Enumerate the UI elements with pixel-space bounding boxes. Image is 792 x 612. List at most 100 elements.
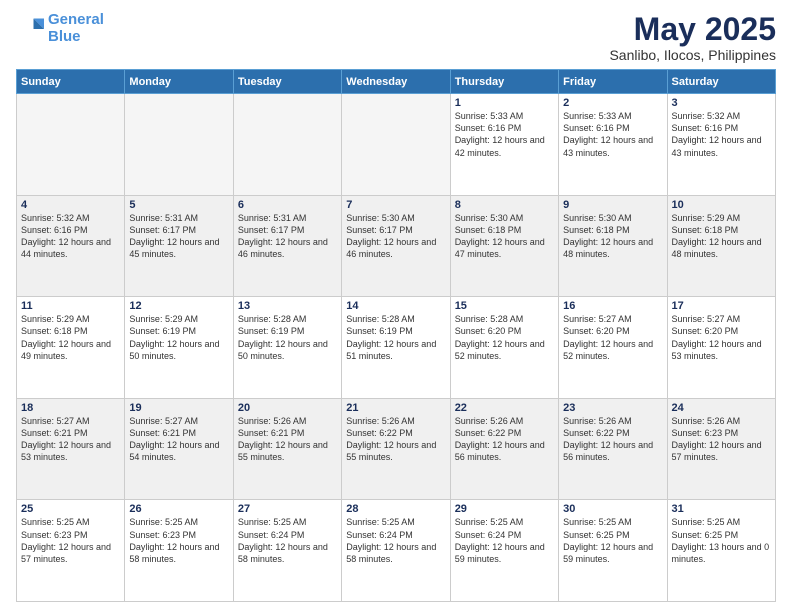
cell-info: Sunrise: 5:25 AMSunset: 6:24 PMDaylight:… [346,516,445,565]
week-row-4: 25Sunrise: 5:25 AMSunset: 6:23 PMDayligh… [17,500,776,602]
cell-0-1 [125,94,233,196]
cell-info: Sunrise: 5:28 AMSunset: 6:20 PMDaylight:… [455,313,554,362]
cell-info: Sunrise: 5:27 AMSunset: 6:20 PMDaylight:… [672,313,771,362]
day-number: 14 [346,300,445,312]
calendar: Sunday Monday Tuesday Wednesday Thursday… [16,69,776,602]
cell-info: Sunrise: 5:27 AMSunset: 6:20 PMDaylight:… [563,313,662,362]
cell-info: Sunrise: 5:29 AMSunset: 6:18 PMDaylight:… [672,212,771,261]
cell-3-5: 23Sunrise: 5:26 AMSunset: 6:22 PMDayligh… [559,398,667,500]
cell-0-0 [17,94,125,196]
day-number: 2 [563,97,662,109]
cell-0-3 [342,94,450,196]
day-number: 25 [21,503,120,515]
cell-info: Sunrise: 5:28 AMSunset: 6:19 PMDaylight:… [238,313,337,362]
day-number: 23 [563,402,662,414]
header-monday: Monday [125,70,233,94]
cell-0-2 [233,94,341,196]
day-number: 5 [129,199,228,211]
day-number: 20 [238,402,337,414]
day-number: 6 [238,199,337,211]
logo-icon [16,15,44,43]
cell-0-5: 2Sunrise: 5:33 AMSunset: 6:16 PMDaylight… [559,94,667,196]
day-number: 26 [129,503,228,515]
day-number: 4 [21,199,120,211]
cell-info: Sunrise: 5:27 AMSunset: 6:21 PMDaylight:… [129,415,228,464]
cell-0-4: 1Sunrise: 5:33 AMSunset: 6:16 PMDaylight… [450,94,558,196]
day-number: 28 [346,503,445,515]
header-friday: Friday [559,70,667,94]
day-number: 10 [672,199,771,211]
day-number: 30 [563,503,662,515]
cell-4-5: 30Sunrise: 5:25 AMSunset: 6:25 PMDayligh… [559,500,667,602]
cell-3-2: 20Sunrise: 5:26 AMSunset: 6:21 PMDayligh… [233,398,341,500]
day-number: 16 [563,300,662,312]
cell-2-2: 13Sunrise: 5:28 AMSunset: 6:19 PMDayligh… [233,297,341,399]
cell-info: Sunrise: 5:30 AMSunset: 6:18 PMDaylight:… [455,212,554,261]
cell-4-3: 28Sunrise: 5:25 AMSunset: 6:24 PMDayligh… [342,500,450,602]
header-row: Sunday Monday Tuesday Wednesday Thursday… [17,70,776,94]
cell-info: Sunrise: 5:29 AMSunset: 6:19 PMDaylight:… [129,313,228,362]
cell-info: Sunrise: 5:31 AMSunset: 6:17 PMDaylight:… [129,212,228,261]
day-number: 18 [21,402,120,414]
cell-info: Sunrise: 5:33 AMSunset: 6:16 PMDaylight:… [563,110,662,159]
day-number: 29 [455,503,554,515]
cell-info: Sunrise: 5:25 AMSunset: 6:23 PMDaylight:… [129,516,228,565]
week-row-2: 11Sunrise: 5:29 AMSunset: 6:18 PMDayligh… [17,297,776,399]
cell-1-4: 8Sunrise: 5:30 AMSunset: 6:18 PMDaylight… [450,195,558,297]
cell-info: Sunrise: 5:26 AMSunset: 6:21 PMDaylight:… [238,415,337,464]
cell-1-6: 10Sunrise: 5:29 AMSunset: 6:18 PMDayligh… [667,195,775,297]
day-number: 31 [672,503,771,515]
header-wednesday: Wednesday [342,70,450,94]
week-row-1: 4Sunrise: 5:32 AMSunset: 6:16 PMDaylight… [17,195,776,297]
cell-info: Sunrise: 5:26 AMSunset: 6:22 PMDaylight:… [455,415,554,464]
cell-3-1: 19Sunrise: 5:27 AMSunset: 6:21 PMDayligh… [125,398,233,500]
cell-2-4: 15Sunrise: 5:28 AMSunset: 6:20 PMDayligh… [450,297,558,399]
page: General Blue May 2025 Sanlibo, Ilocos, P… [0,0,792,612]
logo-text: General Blue [48,12,104,45]
day-number: 24 [672,402,771,414]
week-row-0: 1Sunrise: 5:33 AMSunset: 6:16 PMDaylight… [17,94,776,196]
cell-3-4: 22Sunrise: 5:26 AMSunset: 6:22 PMDayligh… [450,398,558,500]
cell-3-3: 21Sunrise: 5:26 AMSunset: 6:22 PMDayligh… [342,398,450,500]
logo: General Blue [16,12,104,45]
day-number: 1 [455,97,554,109]
logo-line1: General [48,11,104,28]
cell-1-3: 7Sunrise: 5:30 AMSunset: 6:17 PMDaylight… [342,195,450,297]
cell-4-1: 26Sunrise: 5:25 AMSunset: 6:23 PMDayligh… [125,500,233,602]
day-number: 12 [129,300,228,312]
cell-3-6: 24Sunrise: 5:26 AMSunset: 6:23 PMDayligh… [667,398,775,500]
day-number: 22 [455,402,554,414]
cell-1-0: 4Sunrise: 5:32 AMSunset: 6:16 PMDaylight… [17,195,125,297]
header-thursday: Thursday [450,70,558,94]
cell-0-6: 3Sunrise: 5:32 AMSunset: 6:16 PMDaylight… [667,94,775,196]
cell-4-6: 31Sunrise: 5:25 AMSunset: 6:25 PMDayligh… [667,500,775,602]
cell-4-0: 25Sunrise: 5:25 AMSunset: 6:23 PMDayligh… [17,500,125,602]
cell-info: Sunrise: 5:25 AMSunset: 6:23 PMDaylight:… [21,516,120,565]
cell-2-3: 14Sunrise: 5:28 AMSunset: 6:19 PMDayligh… [342,297,450,399]
cell-info: Sunrise: 5:25 AMSunset: 6:24 PMDaylight:… [238,516,337,565]
cell-info: Sunrise: 5:33 AMSunset: 6:16 PMDaylight:… [455,110,554,159]
cell-info: Sunrise: 5:26 AMSunset: 6:23 PMDaylight:… [672,415,771,464]
cell-info: Sunrise: 5:30 AMSunset: 6:17 PMDaylight:… [346,212,445,261]
day-number: 27 [238,503,337,515]
cell-1-5: 9Sunrise: 5:30 AMSunset: 6:18 PMDaylight… [559,195,667,297]
title-area: May 2025 Sanlibo, Ilocos, Philippines [609,12,776,63]
cell-info: Sunrise: 5:25 AMSunset: 6:25 PMDaylight:… [672,516,771,565]
cell-info: Sunrise: 5:30 AMSunset: 6:18 PMDaylight:… [563,212,662,261]
day-number: 8 [455,199,554,211]
day-number: 9 [563,199,662,211]
cell-1-1: 5Sunrise: 5:31 AMSunset: 6:17 PMDaylight… [125,195,233,297]
cell-2-0: 11Sunrise: 5:29 AMSunset: 6:18 PMDayligh… [17,297,125,399]
top-area: General Blue May 2025 Sanlibo, Ilocos, P… [16,12,776,63]
header-saturday: Saturday [667,70,775,94]
location: Sanlibo, Ilocos, Philippines [609,47,776,63]
day-number: 13 [238,300,337,312]
cell-info: Sunrise: 5:32 AMSunset: 6:16 PMDaylight:… [672,110,771,159]
cell-info: Sunrise: 5:25 AMSunset: 6:24 PMDaylight:… [455,516,554,565]
cell-info: Sunrise: 5:26 AMSunset: 6:22 PMDaylight:… [563,415,662,464]
cell-2-6: 17Sunrise: 5:27 AMSunset: 6:20 PMDayligh… [667,297,775,399]
day-number: 17 [672,300,771,312]
cell-3-0: 18Sunrise: 5:27 AMSunset: 6:21 PMDayligh… [17,398,125,500]
cell-info: Sunrise: 5:31 AMSunset: 6:17 PMDaylight:… [238,212,337,261]
cell-info: Sunrise: 5:27 AMSunset: 6:21 PMDaylight:… [21,415,120,464]
